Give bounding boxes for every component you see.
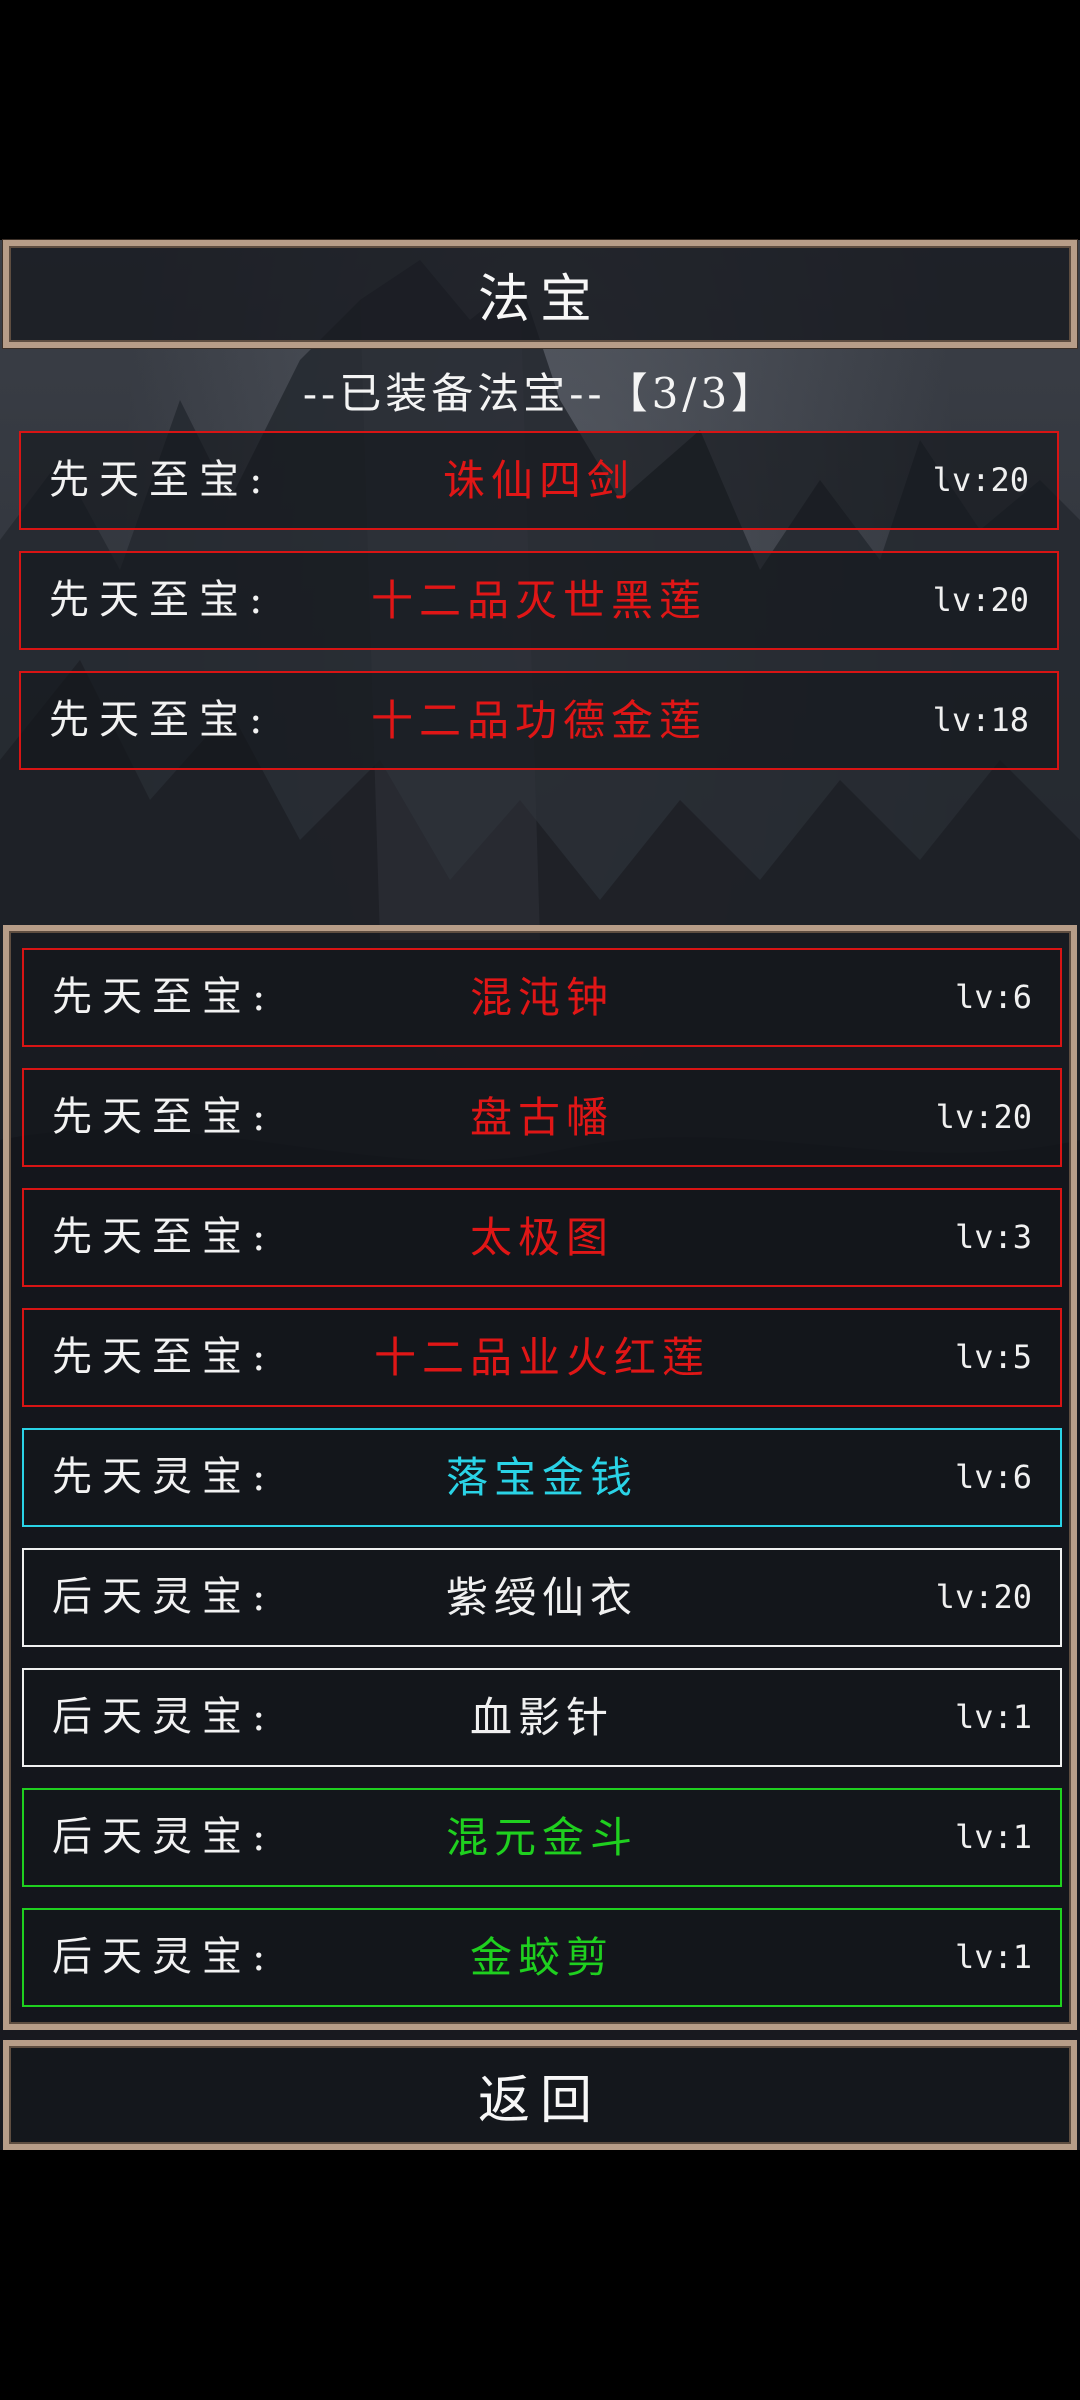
item-name: 金蛟剪 <box>469 1933 614 1982</box>
item-level: lv:1 <box>954 1698 1032 1736</box>
item-name: 太极图 <box>469 1213 614 1262</box>
equipped-item-row[interactable]: 先天至宝: 十二品功德金莲 lv:18 <box>19 671 1059 770</box>
item-name: 盘古幡 <box>469 1093 614 1142</box>
inventory-item-row[interactable]: 后天灵宝: 紫绶仙衣 lv:20 <box>22 1548 1062 1647</box>
item-level: lv:3 <box>954 1218 1032 1256</box>
item-name: 血影针 <box>469 1693 614 1742</box>
item-level: lv:20 <box>932 461 1029 499</box>
inventory-item-row[interactable]: 后天灵宝: 血影针 lv:1 <box>22 1668 1062 1767</box>
inventory-item-row[interactable]: 先天至宝: 盘古幡 lv:20 <box>22 1068 1062 1167</box>
equipped-item-row[interactable]: 先天至宝: 诛仙四剑 lv:20 <box>19 431 1059 530</box>
item-level: lv:20 <box>935 1578 1032 1616</box>
item-name: 紫绶仙衣 <box>445 1573 638 1622</box>
item-level: lv:20 <box>932 581 1029 619</box>
item-name: 十二品灭世黑莲 <box>370 576 707 625</box>
item-level: lv:18 <box>932 701 1029 739</box>
inventory-item-row[interactable]: 先天灵宝: 落宝金钱 lv:6 <box>22 1428 1062 1527</box>
title-bar: 法宝 <box>3 240 1077 348</box>
item-level: lv:20 <box>935 1098 1032 1136</box>
item-level: lv:1 <box>954 1938 1032 1976</box>
inventory-item-row[interactable]: 先天至宝: 太极图 lv:3 <box>22 1188 1062 1287</box>
item-level: lv:6 <box>954 1458 1032 1496</box>
item-name: 混元金斗 <box>445 1813 638 1862</box>
item-name: 诛仙四剑 <box>442 456 635 505</box>
inventory-item-row[interactable]: 先天至宝: 十二品业火红莲 lv:5 <box>22 1308 1062 1407</box>
item-name: 落宝金钱 <box>445 1453 638 1502</box>
item-level: lv:5 <box>954 1338 1032 1376</box>
inventory-item-row[interactable]: 先天至宝: 混沌钟 lv:6 <box>22 948 1062 1047</box>
equipped-item-row[interactable]: 先天至宝: 十二品灭世黑莲 lv:20 <box>19 551 1059 650</box>
equipped-heading: --已装备法宝--【3/3】 <box>302 369 778 418</box>
item-name: 十二品业火红莲 <box>373 1333 710 1382</box>
back-button-label: 返回 <box>477 2070 602 2131</box>
back-button[interactable]: 返回 <box>3 2040 1077 2150</box>
inventory-item-row[interactable]: 后天灵宝: 金蛟剪 lv:1 <box>22 1908 1062 2007</box>
item-level: lv:1 <box>954 1818 1032 1856</box>
item-level: lv:6 <box>954 978 1032 1016</box>
inventory-list[interactable]: 先天至宝: 混沌钟 lv:6 先天至宝: 盘古幡 lv:20 先天至宝: 太极图… <box>3 925 1077 2030</box>
inventory-item-row[interactable]: 后天灵宝: 混元金斗 lv:1 <box>22 1788 1062 1887</box>
page-title: 法宝 <box>477 269 602 330</box>
item-name: 混沌钟 <box>469 973 614 1022</box>
item-name: 十二品功德金莲 <box>370 696 707 745</box>
